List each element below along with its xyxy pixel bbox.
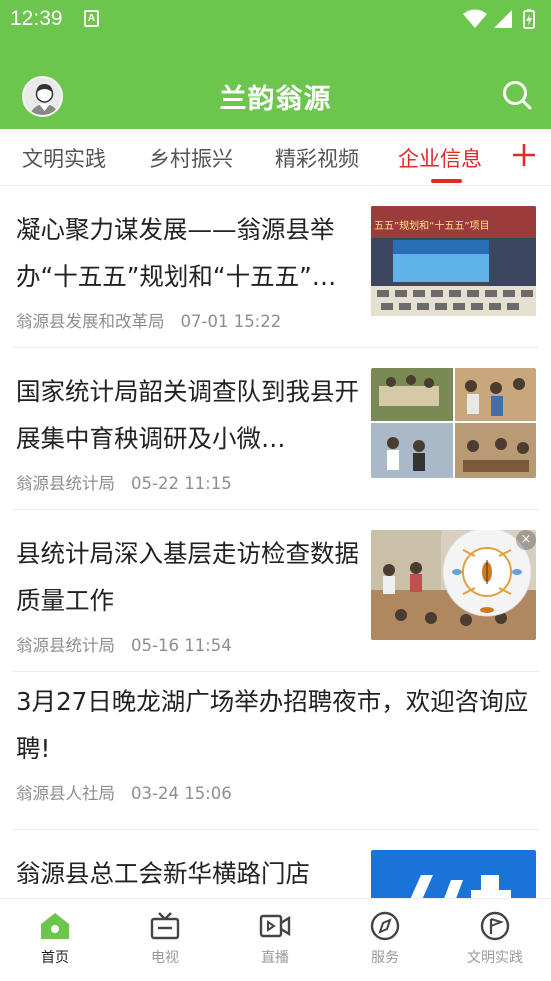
nav-label: 电视: [151, 950, 179, 966]
category-tabs: 文明实践 乡村振兴 精彩视频 企业信息: [0, 129, 551, 186]
news-source: 翁源县人社局: [16, 784, 115, 803]
app-notification-icon: A: [84, 10, 99, 27]
news-thumbnail: [371, 850, 536, 898]
status-bar: 12:39 A: [0, 0, 551, 38]
news-list: 凝心聚力谋发展——翁源县举办“十五五”规划和“十五五”… 翁源县发展和改革局 07…: [0, 186, 551, 898]
nav-label: 直播: [261, 950, 289, 966]
news-title: 3月27日晚龙湖广场举办招聘夜市，欢迎咨询应聘!: [16, 687, 529, 763]
news-time: 07-01 15:22: [180, 312, 282, 331]
nav-service[interactable]: 服务: [330, 911, 440, 967]
flag-badge-icon: [480, 911, 510, 941]
nav-home[interactable]: 首页: [0, 911, 110, 967]
news-thumbnail: ×: [371, 530, 536, 640]
nav-label: 文明实践: [467, 950, 523, 966]
news-title: 县统计局深入基层走访检查数据质量工作: [16, 539, 359, 615]
status-time: 12:39: [10, 7, 63, 30]
search-icon[interactable]: [501, 79, 533, 111]
status-icons: [463, 9, 535, 29]
news-item[interactable]: 凝心聚力谋发展——翁源县举办“十五五”规划和“十五五”… 翁源县发展和改革局 07…: [12, 186, 539, 348]
tab-jingcai-shipin[interactable]: 精彩视频: [275, 143, 359, 173]
nav-tv[interactable]: 电视: [110, 911, 220, 967]
nav-civilization[interactable]: 文明实践: [440, 911, 550, 967]
news-meta: 翁源县人社局 03-24 15:06: [16, 780, 232, 804]
signal-icon: [494, 10, 512, 28]
news-item[interactable]: 县统计局深入基层走访检查数据质量工作 翁源县统计局 05-16 11:54 ×: [12, 510, 539, 672]
tab-wenming-shijian[interactable]: 文明实践: [22, 143, 106, 173]
compass-icon: [370, 911, 400, 941]
plus-icon[interactable]: [510, 141, 538, 169]
nav-label: 服务: [371, 950, 399, 966]
news-thumbnail: [371, 368, 536, 478]
news-source: 翁源县发展和改革局: [16, 312, 165, 331]
home-icon: [41, 913, 69, 939]
nav-label: 首页: [41, 950, 69, 966]
app-bar: 兰韵翁源: [0, 60, 551, 130]
thumbnail-caption: 五五”规划和“十五五”项目: [374, 219, 490, 232]
news-title: 国家统计局韶关调查队到我县开展集中育秧调研及小微…: [16, 377, 359, 453]
news-thumbnail: 五五”规划和“十五五”项目: [371, 206, 536, 316]
news-title: 翁源县总工会新华横路门店: [16, 859, 310, 888]
tab-xiangcun-zhenxing[interactable]: 乡村振兴: [149, 143, 233, 173]
news-meta: 翁源县发展和改革局 07-01 15:22: [16, 308, 281, 332]
news-title: 凝心聚力谋发展——翁源县举办“十五五”规划和“十五五”…: [16, 215, 337, 291]
news-source: 翁源县统计局: [16, 636, 115, 655]
news-time: 03-24 15:06: [131, 784, 232, 803]
news-time: 05-22 11:15: [131, 474, 232, 493]
news-item[interactable]: 翁源县总工会新华横路门店: [12, 830, 539, 898]
news-meta: 翁源县统计局 05-16 11:54: [16, 632, 232, 656]
bottom-navigation: 首页 电视 直播 服务 文明实践: [0, 898, 551, 981]
nav-live[interactable]: 直播: [220, 911, 330, 967]
live-video-icon: [259, 914, 291, 938]
wifi-icon: [463, 9, 487, 28]
news-meta: 翁源县统计局 05-22 11:15: [16, 470, 232, 494]
news-item[interactable]: 国家统计局韶关调查队到我县开展集中育秧调研及小微… 翁源县统计局 05-22 11…: [12, 348, 539, 510]
close-ad-button[interactable]: ×: [516, 530, 536, 550]
news-item[interactable]: 3月27日晚龙湖广场举办招聘夜市，欢迎咨询应聘! 翁源县人社局 03-24 15:…: [12, 672, 539, 830]
app-title: 兰韵翁源: [219, 84, 332, 115]
news-time: 05-16 11:54: [131, 636, 232, 655]
top-header: 12:39 A 兰韵翁源: [0, 0, 551, 129]
active-tab-indicator: [431, 179, 462, 183]
tv-icon: [150, 912, 180, 940]
news-source: 翁源县统计局: [16, 474, 115, 493]
tab-qiye-xinxi[interactable]: 企业信息: [398, 143, 482, 173]
